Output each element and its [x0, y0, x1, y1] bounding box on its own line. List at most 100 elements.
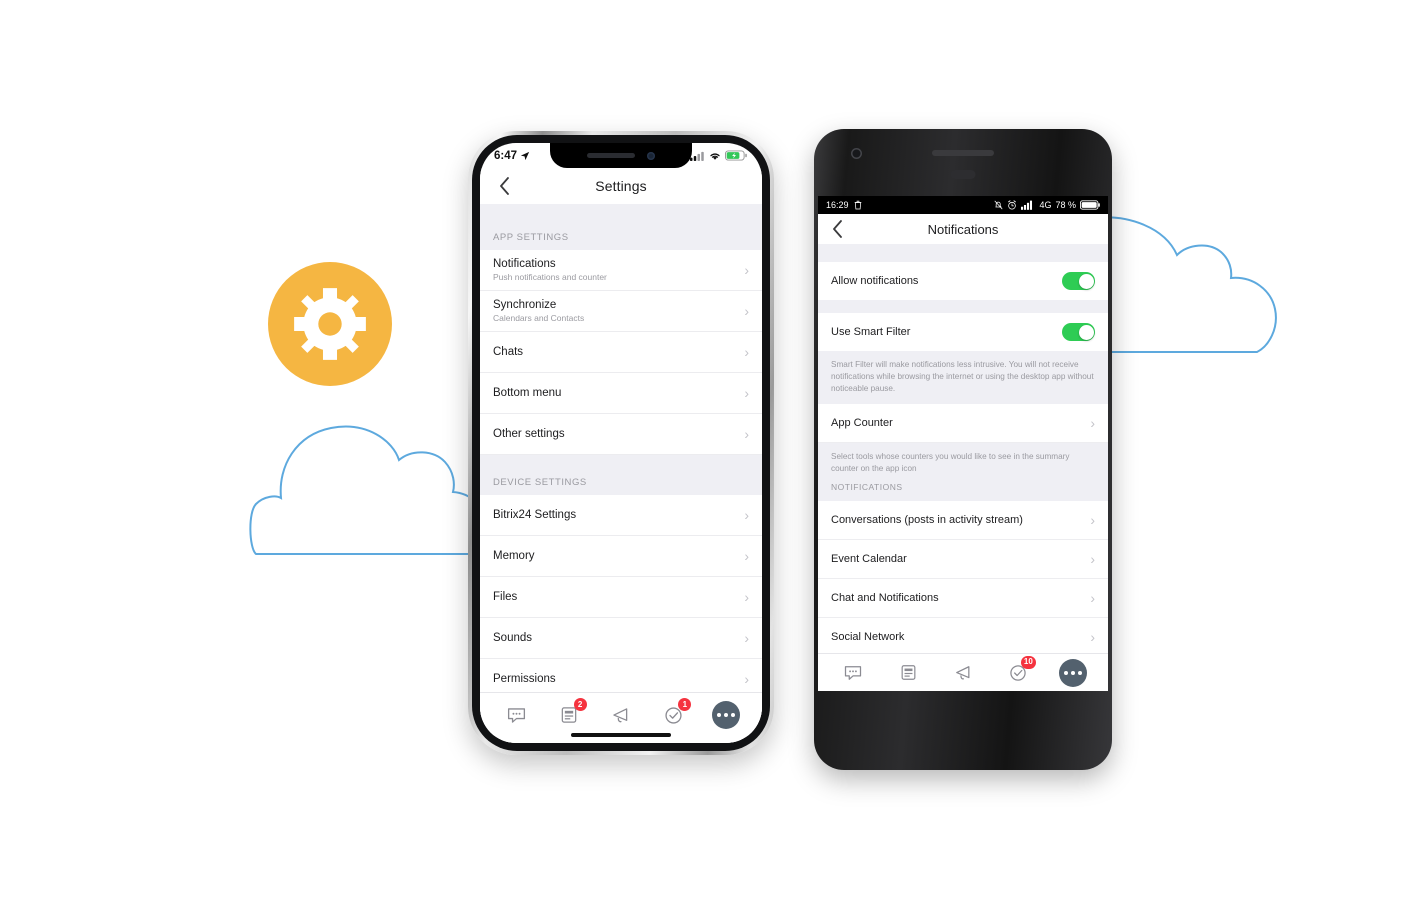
- tab-feed[interactable]: 2: [552, 698, 587, 730]
- android-nav-bar: Notifications: [818, 214, 1108, 244]
- row-title: Permissions: [493, 673, 556, 685]
- iphone-settings-list: APP SETTINGS Notifications Push notifica…: [480, 204, 762, 743]
- sidebar-item-files[interactable]: Files ›: [480, 577, 762, 618]
- chevron-right-icon: ›: [744, 303, 749, 319]
- setting-app-counter[interactable]: App Counter ›: [818, 403, 1108, 443]
- chevron-right-icon: ›: [744, 589, 749, 605]
- sidebar-item-notifications[interactable]: Notifications Push notifications and cou…: [480, 250, 762, 291]
- section-header-notifications: NOTIFICATIONS: [818, 478, 1108, 502]
- tab-tasks[interactable]: 10: [1001, 655, 1036, 688]
- chevron-right-icon: ›: [744, 262, 749, 278]
- chevron-right-icon: ›: [744, 507, 749, 523]
- chevron-right-icon: ›: [744, 385, 749, 401]
- iphone-screen: 6:47 Settings APP SETTINGS Notifications…: [480, 143, 762, 743]
- row-title: Other settings: [493, 428, 565, 440]
- notification-item-conversations[interactable]: Conversations (posts in activity stream)…: [818, 501, 1108, 541]
- allow-notifications-toggle[interactable]: [1062, 272, 1095, 290]
- row-text-group: Permissions: [493, 666, 556, 692]
- chevron-right-icon: ›: [744, 630, 749, 646]
- iphone-notch: [550, 143, 692, 168]
- status-left-group: 16:29: [826, 200, 862, 210]
- row-title: Notifications: [493, 258, 556, 270]
- chevron-right-icon: ›: [1090, 414, 1095, 431]
- row-title: Memory: [493, 550, 535, 562]
- tab-more[interactable]: [1056, 658, 1090, 688]
- tab-tasks[interactable]: 1: [656, 698, 692, 730]
- page-title: Notifications: [927, 221, 999, 237]
- bell-icon: [953, 663, 973, 683]
- row-text-group: Memory: [493, 543, 535, 569]
- row-title: Bitrix24 Settings: [493, 509, 577, 521]
- notification-item-social-network[interactable]: Social Network ›: [818, 618, 1108, 658]
- sidebar-item-other-settings[interactable]: Other settings ›: [480, 414, 762, 455]
- sidebar-item-chats[interactable]: Chats ›: [480, 332, 762, 373]
- earpiece-speaker: [932, 150, 994, 156]
- sidebar-item-memory[interactable]: Memory ›: [480, 536, 762, 577]
- chevron-right-icon: ›: [1090, 551, 1095, 568]
- row-title: App Counter: [831, 416, 893, 429]
- wifi-icon: [709, 151, 721, 161]
- status-time: 6:47: [494, 149, 518, 162]
- notification-item-event-calendar[interactable]: Event Calendar ›: [818, 540, 1108, 580]
- cloud-outline-right: [1093, 212, 1293, 357]
- chevron-right-icon: ›: [1090, 512, 1095, 529]
- row-text-group: Bitrix24 Settings: [493, 502, 576, 528]
- proximity-sensor: [950, 170, 976, 179]
- trash-icon: [854, 200, 862, 210]
- status-left-group: 6:47: [494, 150, 530, 162]
- smart-filter-description: Smart Filter will make notifications les…: [818, 351, 1108, 404]
- row-text-group: Bottom menu: [493, 380, 561, 406]
- android-screen: 16:29 4G 78 % Notifications Allow notifi…: [818, 196, 1108, 691]
- alarm-clock-icon: [1007, 200, 1017, 210]
- setting-allow-notifications[interactable]: Allow notifications: [818, 262, 1108, 300]
- row-text-group: Files: [493, 584, 517, 610]
- back-button[interactable]: [492, 174, 516, 198]
- section-header-app-settings: APP SETTINGS: [480, 204, 762, 250]
- row-title: Conversations (posts in activity stream): [831, 514, 1023, 527]
- toggle-knob: [1078, 273, 1094, 289]
- row-subtitle: Push notifications and counter: [493, 272, 607, 282]
- page-title: Settings: [595, 178, 647, 194]
- battery-charging-icon: [725, 150, 747, 161]
- bell-icon: [610, 705, 631, 726]
- tab-badge: 2: [573, 698, 587, 711]
- chevron-right-icon: ›: [1090, 590, 1095, 607]
- row-text-group: Chats: [493, 339, 523, 365]
- android-tab-bar: 10: [818, 653, 1108, 691]
- status-right-group: 4G 78 %: [994, 200, 1100, 210]
- chevron-left-icon: [499, 177, 510, 195]
- iphone-device: 6:47 Settings APP SETTINGS Notifications…: [468, 131, 774, 755]
- row-title: Files: [493, 591, 518, 603]
- section-spacer: [818, 300, 1108, 313]
- sidebar-item-synchronize[interactable]: Synchronize Calendars and Contacts ›: [480, 291, 762, 332]
- tab-more[interactable]: [709, 700, 743, 730]
- sidebar-item-bottom-menu[interactable]: Bottom menu ›: [480, 373, 762, 414]
- row-text-group: Other settings: [493, 421, 565, 447]
- cellular-signal-icon: [690, 151, 705, 161]
- tab-notifications[interactable]: [604, 700, 638, 730]
- tab-chat[interactable]: [836, 658, 870, 688]
- tab-feed[interactable]: [891, 658, 925, 688]
- row-title: Allow notifications: [831, 275, 919, 287]
- row-title: Event Calendar: [831, 553, 907, 566]
- row-title: Social Network: [831, 631, 905, 644]
- network-type-label: 4G: [1039, 200, 1052, 210]
- sidebar-item-bitrix24-settings[interactable]: Bitrix24 Settings ›: [480, 495, 762, 536]
- tab-notifications[interactable]: [946, 658, 980, 688]
- battery-icon: [1080, 200, 1100, 210]
- sidebar-item-sounds[interactable]: Sounds ›: [480, 618, 762, 659]
- chevron-right-icon: ›: [744, 344, 749, 360]
- setting-use-smart-filter[interactable]: Use Smart Filter: [818, 313, 1108, 351]
- tab-chat[interactable]: [499, 700, 533, 730]
- smart-filter-toggle[interactable]: [1062, 323, 1095, 341]
- back-button[interactable]: [832, 220, 843, 238]
- tab-badge: 10: [1020, 655, 1036, 669]
- row-text-group: Synchronize Calendars and Contacts: [493, 292, 584, 330]
- notification-item-chat-and-notifications[interactable]: Chat and Notifications ›: [818, 579, 1108, 619]
- cloud-outline-left: [248, 408, 498, 563]
- row-title: Chat and Notifications: [831, 592, 939, 605]
- home-indicator: [571, 733, 671, 737]
- android-status-bar: 16:29 4G 78 %: [818, 196, 1108, 214]
- location-arrow-icon: [520, 151, 530, 161]
- row-title: Synchronize: [493, 299, 557, 311]
